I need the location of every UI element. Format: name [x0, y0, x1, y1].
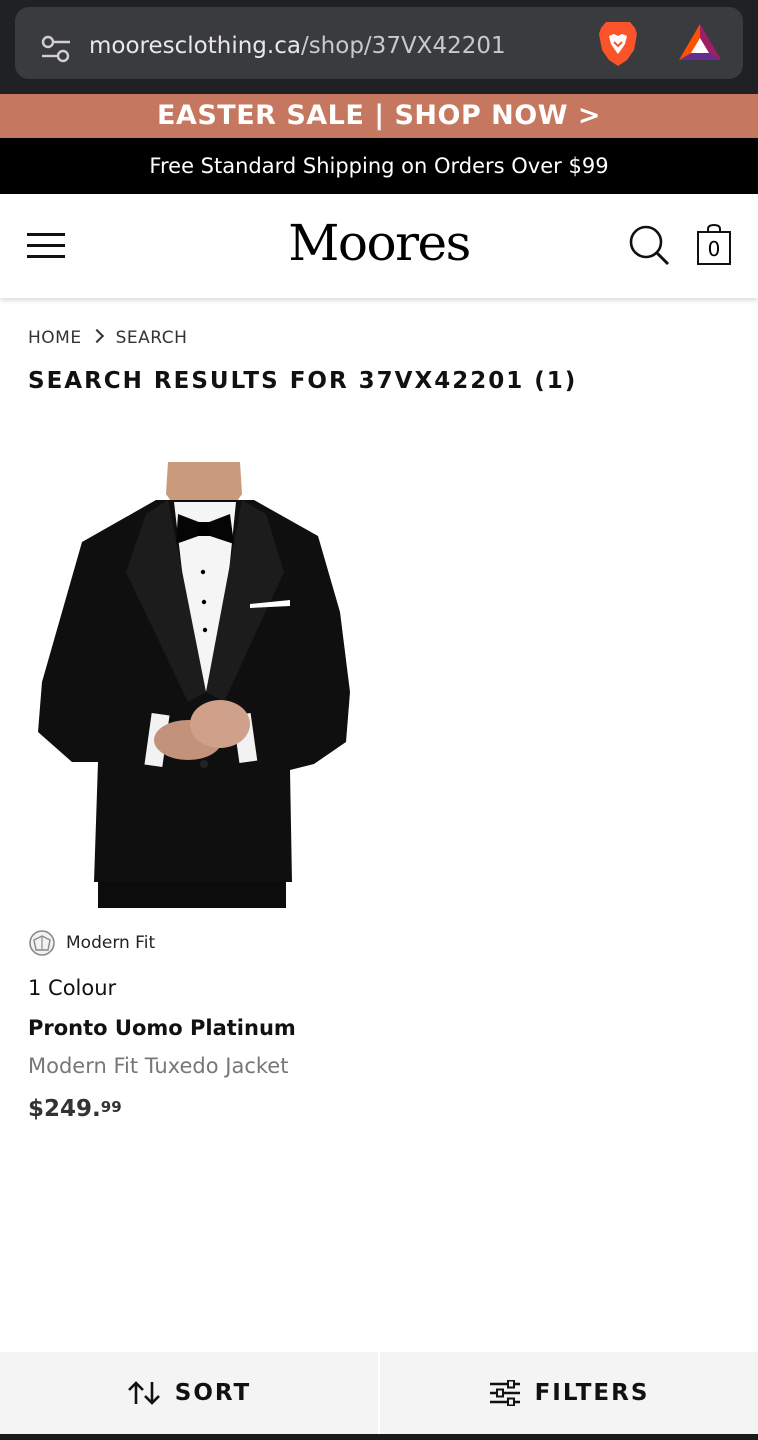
breadcrumb-home[interactable]: HOME: [28, 328, 82, 348]
tune-icon[interactable]: [41, 35, 71, 63]
breadcrumb: HOME SEARCH: [28, 328, 187, 348]
product-brand[interactable]: Pronto Uomo Platinum: [28, 1016, 296, 1040]
colour-count: 1 Colour: [28, 976, 117, 1000]
page-title: SEARCH RESULTS FOR 37VX42201 (1): [28, 368, 578, 394]
product-description[interactable]: Modern Fit Tuxedo Jacket: [28, 1054, 288, 1078]
product-image[interactable]: [28, 462, 368, 908]
url-host: mooresclothing.ca: [89, 33, 301, 59]
price-dollars: $249.: [28, 1096, 101, 1122]
browser-toolbar: mooresclothing.ca/shop/37VX42201: [0, 0, 758, 94]
cart-count: 0: [707, 237, 721, 261]
url-path: /shop/37VX42201: [300, 33, 506, 59]
search-icon[interactable]: [628, 224, 670, 266]
filters-button[interactable]: FILTERS: [380, 1352, 758, 1434]
shipping-banner: Free Standard Shipping on Orders Over $9…: [0, 138, 758, 194]
sort-label: SORT: [174, 1380, 252, 1406]
site-header: Moores 0: [0, 194, 758, 298]
sort-arrows-icon: [127, 1381, 160, 1405]
brave-lion-icon[interactable]: [597, 20, 639, 68]
product-price: $249.99: [28, 1096, 122, 1122]
sort-button[interactable]: SORT: [0, 1352, 378, 1434]
bottom-edge: [0, 1434, 758, 1440]
shipping-text: Free Standard Shipping on Orders Over $9…: [149, 154, 609, 178]
promo-banner[interactable]: EASTER SALE | SHOP NOW >: [0, 94, 758, 138]
price-cents: 99: [100, 1098, 122, 1116]
sliders-icon: [489, 1380, 520, 1406]
breadcrumb-search[interactable]: SEARCH: [116, 328, 188, 348]
url-text[interactable]: mooresclothing.ca/shop/37VX42201: [89, 33, 506, 59]
filters-label: FILTERS: [534, 1380, 650, 1406]
fit-label: Modern Fit: [66, 933, 156, 953]
promo-text[interactable]: EASTER SALE | SHOP NOW >: [157, 100, 601, 131]
bat-triangle-icon[interactable]: [678, 22, 722, 62]
chevron-right-icon: [89, 328, 104, 344]
sort-filter-bar: SORT FILTERS: [0, 1352, 758, 1434]
hanger-fit-icon: [29, 930, 55, 956]
